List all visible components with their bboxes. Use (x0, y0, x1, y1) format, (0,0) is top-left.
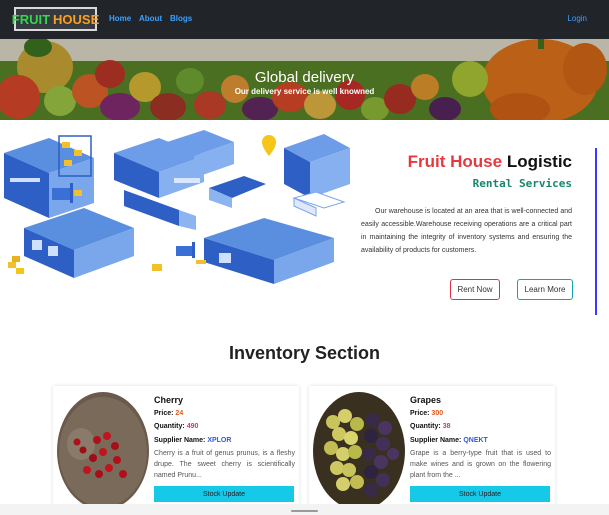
brand-word-fruit: FRUIT (11, 11, 51, 27)
card-name: Cherry (154, 395, 184, 405)
card-quantity: Quantity: 490 (154, 423, 198, 430)
logistic-title-word: Logistic (506, 152, 572, 171)
price-value: 24 (175, 410, 184, 417)
stock-update-button[interactable]: Stock Update (154, 486, 294, 502)
inventory-card-grapes: Grapes Price: 300 Quantity: 38 Supplier … (309, 386, 555, 515)
card-description: Grape is a berry-type fruit that is used… (410, 450, 551, 479)
nav-link-about[interactable]: About (139, 14, 162, 23)
cherry-image (57, 392, 149, 510)
card-quantity: Quantity: 38 (410, 423, 450, 430)
quantity-label: Quantity: (410, 423, 441, 430)
card-supplier: Supplier Name: XPLOR (154, 437, 231, 444)
price-label: Price: (154, 410, 174, 417)
nav-link-home[interactable]: Home (109, 14, 131, 23)
supplier-label: Supplier Name: (154, 437, 206, 444)
banner-title: Global delivery (254, 69, 355, 86)
card-description: Cherry is a fruit of genus prunus, is a … (154, 450, 295, 479)
rent-now-button[interactable]: Rent Now (450, 279, 500, 300)
accent-divider (595, 148, 597, 315)
supplier-value: XPLOR (207, 437, 232, 444)
quantity-value: 38 (442, 423, 451, 430)
nav-link-blogs[interactable]: Blogs (170, 14, 192, 23)
card-name: Grapes (410, 395, 442, 405)
price-label: Price: (410, 410, 430, 417)
login-link[interactable]: Login (567, 14, 587, 23)
brand-word-house: HOUSE (53, 11, 100, 27)
navbar: FRUIT HOUSE Home About Blogs Login (0, 0, 609, 39)
logistic-subtitle: Rental Services (472, 177, 572, 190)
supplier-value: QNEKT (463, 437, 488, 444)
grapes-image (313, 392, 405, 510)
logistic-title: Fruit House Logistic (0, 152, 572, 172)
scroll-handle[interactable] (291, 510, 318, 512)
hero-banner: Global delivery Our delivery service is … (0, 39, 609, 120)
stock-update-button[interactable]: Stock Update (410, 486, 550, 502)
inventory-card-cherry: Cherry Price: 24 Quantity: 490 Supplier … (53, 386, 299, 515)
learn-more-button[interactable]: Learn More (517, 279, 573, 300)
logistic-title-brand: Fruit House (407, 152, 503, 171)
price-value: 300 (431, 410, 444, 417)
supplier-label: Supplier Name: (410, 437, 462, 444)
logistic-description: Our warehouse is located at an area that… (361, 208, 572, 254)
quantity-label: Quantity: (154, 423, 185, 430)
brand-logo[interactable]: FRUIT HOUSE (11, 7, 100, 31)
card-supplier: Supplier Name: QNEKT (410, 437, 488, 444)
quantity-value: 490 (186, 423, 199, 430)
card-price: Price: 300 (410, 410, 443, 417)
inventory-title: Inventory Section (228, 343, 381, 363)
page: FRUIT HOUSE Home About Blogs Login Globa… (0, 0, 609, 515)
banner-subtitle: Our delivery service is well knowned (234, 87, 375, 96)
card-price: Price: 24 (154, 410, 183, 417)
